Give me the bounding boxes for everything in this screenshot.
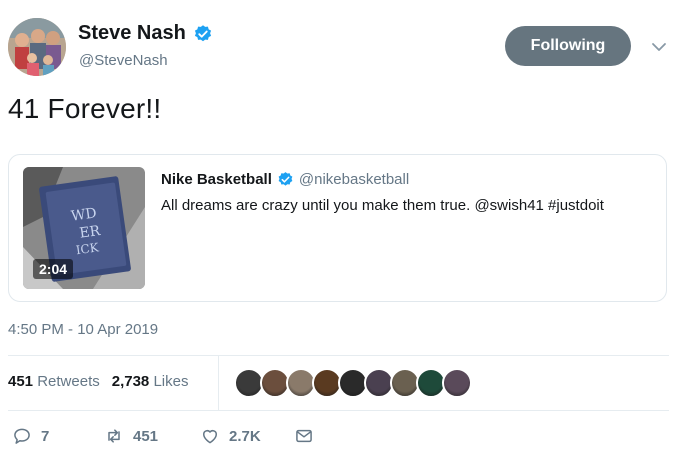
retweet-count: 451	[133, 427, 159, 445]
following-button[interactable]: Following	[505, 26, 631, 66]
divider	[8, 355, 669, 356]
tweet-stats: 451 Retweets 2,738 Likes	[8, 373, 188, 390]
quoted-author-name[interactable]: Nike Basketball	[161, 171, 272, 188]
likes-stat-count: 2,738	[111, 373, 150, 390]
author-handle[interactable]: @SteveNash	[79, 52, 168, 69]
quoted-author-handle[interactable]: @nikebasketball	[299, 171, 409, 188]
stats-separator	[218, 356, 219, 410]
reply-button[interactable]: 7	[12, 426, 104, 446]
liker-avatar[interactable]	[442, 368, 472, 398]
quoted-tweet-card[interactable]: WD ER ICK 2:04 Nike Basketball @nikebask…	[8, 154, 667, 302]
heart-icon	[203, 430, 217, 444]
avatar-photo	[8, 18, 66, 76]
svg-text:ER: ER	[79, 223, 102, 242]
chevron-down-icon[interactable]	[650, 38, 668, 56]
retweets-stat-count: 451	[8, 373, 34, 390]
tweet-timestamp[interactable]: 4:50 PM - 10 Apr 2019	[8, 321, 158, 338]
verified-badge-icon	[278, 172, 293, 186]
author-avatar[interactable]	[8, 18, 66, 76]
video-duration: 2:04	[33, 259, 74, 279]
liker-avatars	[234, 368, 472, 398]
envelope-icon	[296, 429, 312, 443]
retweet-icon	[108, 429, 120, 443]
like-count: 2.7K	[229, 427, 261, 445]
divider	[8, 410, 669, 411]
tweet-actions: 7 451 2.7K	[12, 426, 314, 446]
retweets-stat-label: Retweets	[37, 373, 100, 390]
like-button[interactable]: 2.7K	[200, 426, 294, 446]
likes-stat[interactable]: 2,738 Likes	[112, 373, 189, 390]
quoted-header: Nike Basketball @nikebasketball	[161, 171, 409, 188]
retweet-button[interactable]: 451	[104, 426, 200, 446]
reply-count: 7	[41, 427, 50, 445]
tweet-text: 41 Forever!!	[8, 93, 162, 124]
author-name-row: Steve Nash	[78, 22, 213, 45]
author-name[interactable]: Steve Nash	[78, 22, 186, 45]
direct-message-button[interactable]	[294, 426, 314, 446]
reply-icon	[14, 428, 30, 444]
video-thumbnail[interactable]: WD ER ICK 2:04	[23, 167, 145, 289]
retweets-stat[interactable]: 451 Retweets	[8, 373, 100, 390]
quoted-tweet-text: All dreams are crazy until you make them…	[161, 197, 604, 214]
likes-stat-label: Likes	[153, 373, 189, 390]
verified-badge-icon	[194, 24, 211, 41]
tweet: Steve Nash @SteveNash Following 41 Forev…	[0, 0, 692, 472]
